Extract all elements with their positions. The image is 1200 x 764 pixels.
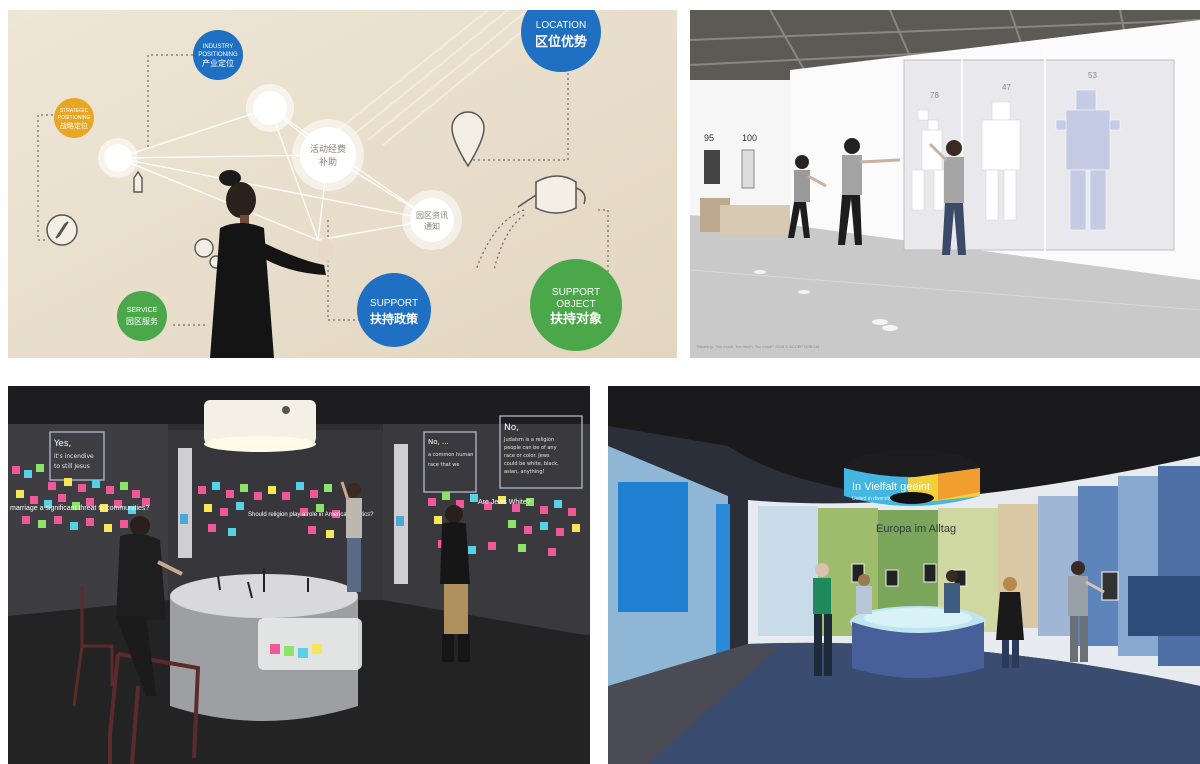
node-right-line1: 园区资讯 [416, 210, 448, 220]
wall-title: Europa im Alltag [876, 523, 956, 535]
svg-text:战略定位: 战略定位 [60, 121, 88, 130]
photo-sticky-note-exhibit: Yes, it's incendive to still Jesus No, .… [8, 386, 590, 764]
svg-text:产业定位: 产业定位 [202, 58, 234, 68]
network-node-right: 园区资讯 通知 [402, 190, 462, 250]
svg-text:asian, anything!: asian, anything! [504, 469, 545, 475]
svg-text:a common human: a common human [428, 452, 473, 458]
ring-text: In Vielfalt geeint [852, 481, 930, 493]
svg-text:No,: No, [504, 423, 519, 433]
network-node [98, 138, 138, 178]
node-right-line2: 通知 [424, 221, 440, 231]
hanging-lamp [204, 400, 316, 452]
svg-text:扶持对象: 扶持对象 [550, 311, 602, 326]
question-white: Are Jews White? [478, 499, 531, 506]
svg-text:园区服务: 园区服务 [126, 316, 158, 326]
visitor-girl [856, 574, 872, 614]
svg-text:SUPPORT: SUPPORT [552, 287, 600, 298]
compass-icon [46, 214, 78, 246]
circle-service[interactable]: SERVICE 园区服务 [117, 291, 167, 341]
height-label-95: 95 [704, 133, 714, 143]
svg-text:race or color. Jews: race or color. Jews [504, 453, 550, 459]
svg-text:POSITIONING: POSITIONING [198, 52, 238, 58]
node-center-line1: 活动经费 [310, 143, 346, 154]
interactive-table [850, 606, 986, 678]
svg-text:No, ...: No, ... [428, 438, 449, 446]
height-label-100: 100 [742, 133, 757, 143]
svg-text:POSITIONING: POSITIONING [58, 115, 91, 121]
circle-support-object[interactable]: SUPPORT OBJECT 扶持对象 [530, 259, 622, 351]
photo-caption: "Meaning: 'Too much, Too much, Too much'… [696, 344, 819, 349]
circle-support[interactable]: SUPPORT 扶持政策 [357, 273, 431, 347]
svg-text:could be white, black,: could be white, black, [504, 461, 559, 467]
svg-text:race that we: race that we [428, 462, 459, 468]
svg-text:Yes,: Yes, [53, 439, 71, 449]
ring-subtext: United in diversity [852, 496, 892, 502]
svg-text:it's incendive: it's incendive [54, 453, 94, 460]
svg-text:SERVICE: SERVICE [127, 307, 158, 314]
svg-text:区位优势: 区位优势 [535, 34, 587, 49]
screen-number-1: 78 [930, 91, 939, 100]
network-node [246, 84, 294, 132]
svg-text:扶持政策: 扶持政策 [370, 311, 419, 326]
svg-text:STRATEGIC: STRATEGIC [60, 108, 89, 114]
question-marriage: marriage a significant threat to communi… [10, 505, 149, 512]
screen-number-2: 47 [1002, 83, 1011, 92]
svg-text:LOCATION: LOCATION [536, 20, 586, 31]
circle-strategic-positioning[interactable]: STRATEGIC POSITIONING 战略定位 [54, 98, 94, 138]
photo-interactive-wood-wall: 活动经费 补助 园区资讯 通知 INDUSTRY POSITIONING 产业定… [8, 10, 677, 358]
screen-number-3: 53 [1088, 71, 1097, 80]
visitor-woman-center [944, 570, 960, 613]
svg-text:people can be of any: people can be of any [504, 445, 557, 451]
circle-industry-positioning[interactable]: INDUSTRY POSITIONING 产业定位 [193, 30, 243, 80]
round-table [170, 568, 362, 721]
photo-europe-exhibit: Europa im Alltag In Vielfalt geeint Unit… [608, 386, 1200, 764]
hanging-ring-display: In Vielfalt geeint United in diversity [844, 450, 980, 506]
svg-text:INDUSTRY: INDUSTRY [203, 44, 234, 50]
node-center-line2: 补助 [319, 156, 337, 167]
network-node-center: 活动经费 补助 [292, 119, 364, 191]
hand-pointer-icon [133, 170, 143, 193]
svg-text:to still Jesus: to still Jesus [54, 463, 90, 470]
svg-text:OBJECT: OBJECT [556, 299, 595, 310]
svg-text:SUPPORT: SUPPORT [370, 298, 418, 309]
svg-text:Judaism is a religion: Judaism is a religion [503, 437, 554, 443]
photo-gallery-pixel-projection: 95 100 78 47 53 "Meaning: 'Too much, Too… [690, 10, 1200, 358]
